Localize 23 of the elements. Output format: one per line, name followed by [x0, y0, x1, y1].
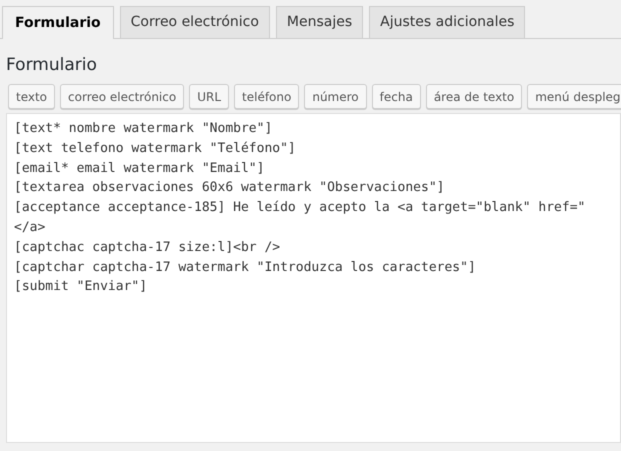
- tag-button[interactable]: menú despleg: [527, 84, 621, 109]
- code-line: [captchac captcha-17 size:l]<br />: [14, 238, 280, 257]
- code-line: [submit "Enviar"]: [14, 278, 148, 296]
- tag-button[interactable]: URL: [189, 84, 230, 109]
- code-line: [email* email watermark "Email"]: [14, 160, 264, 178]
- tag-button[interactable]: teléfono: [234, 84, 300, 109]
- tab[interactable]: Mensajes: [276, 6, 364, 38]
- code-line: [captchar captcha-17 watermark "Introduzca los caracteres"]: [14, 258, 476, 277]
- tab[interactable]: Correo electrónico: [120, 6, 270, 38]
- code-line: [text telefono watermark "Teléfono"]: [14, 140, 296, 158]
- tag-button[interactable]: número: [304, 84, 367, 109]
- code-line: </a>: [14, 218, 46, 237]
- code-line: [textarea observaciones 60x6 watermark "Observaciones"]: [14, 179, 444, 198]
- tag-button[interactable]: fecha: [372, 84, 421, 109]
- tag-button[interactable]: correo electrónico: [60, 84, 184, 109]
- tab[interactable]: Ajustes adicionales: [369, 6, 526, 38]
- code-line: [text* nombre watermark "Nombre"]: [14, 120, 272, 138]
- tag-button[interactable]: texto: [8, 84, 56, 109]
- section-title: Formulario: [6, 54, 97, 77]
- tag-button[interactable]: área de texto: [426, 84, 522, 109]
- tab[interactable]: Formulario: [2, 6, 114, 39]
- code-line: [acceptance acceptance-185] He leído y acepto la <a target="blank" href=": [14, 199, 586, 218]
- code-editor[interactable]: [6, 113, 621, 443]
